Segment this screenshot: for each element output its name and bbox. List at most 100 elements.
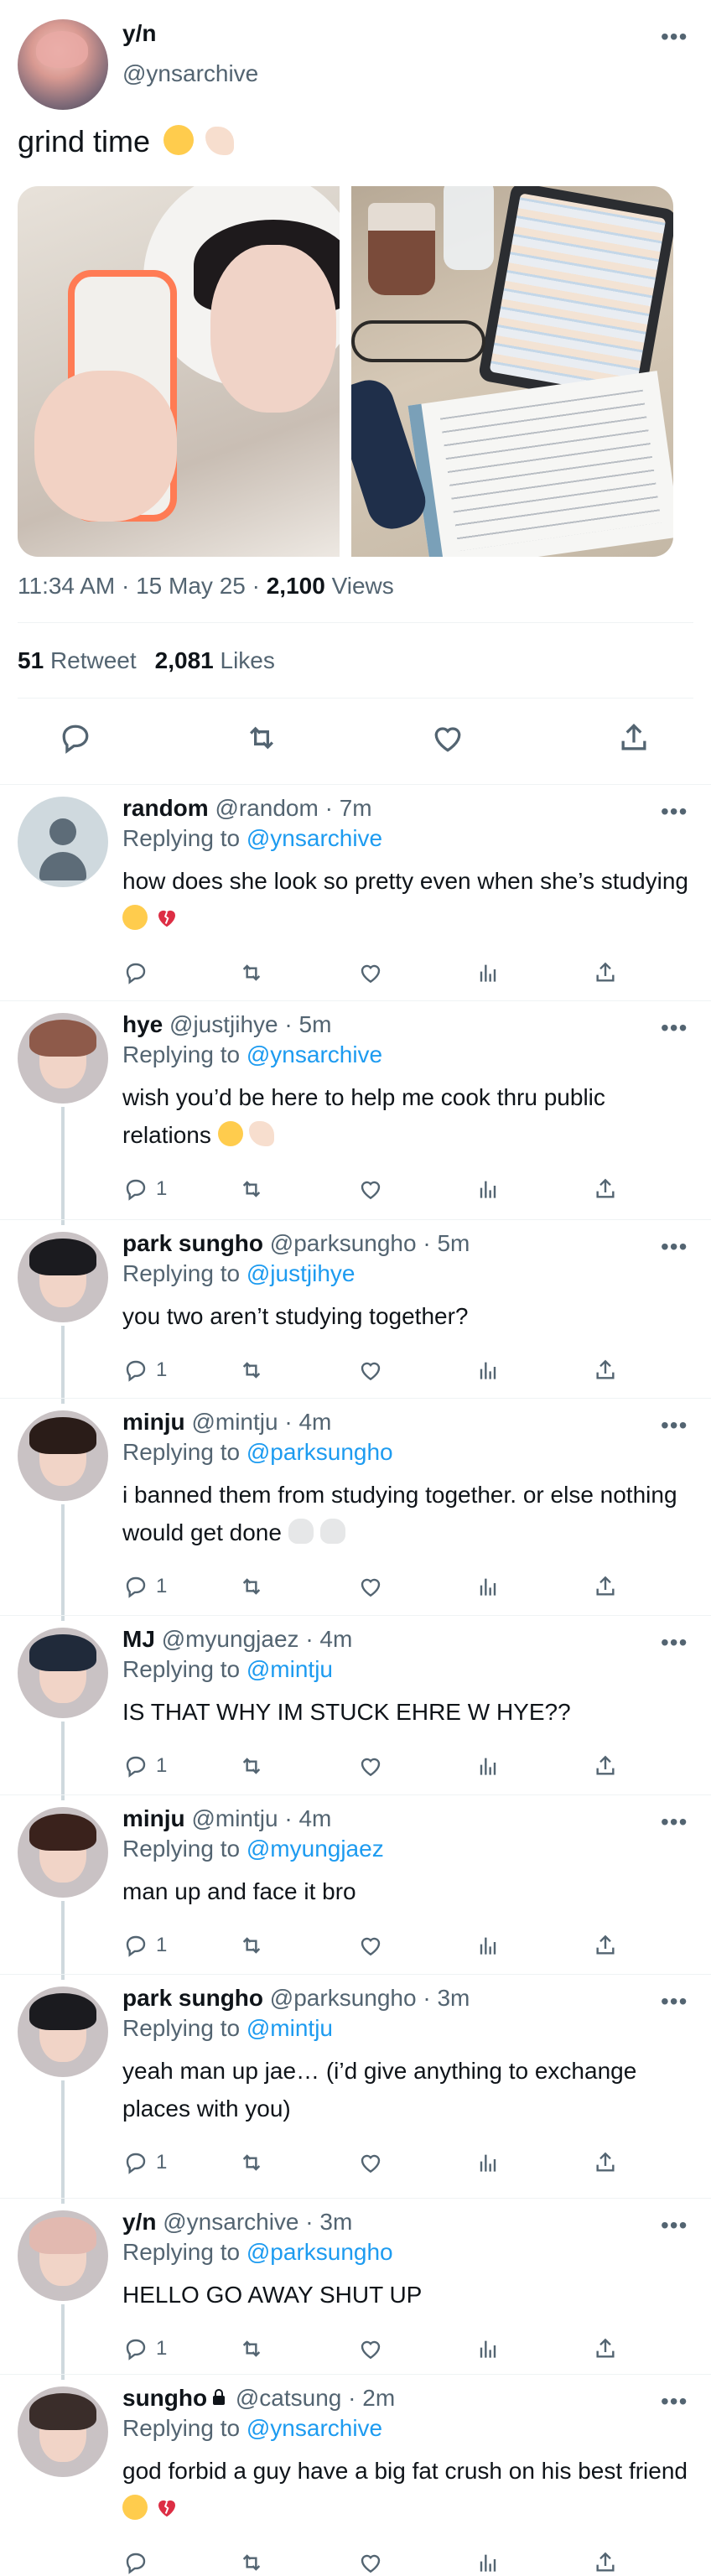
retweet-button[interactable] — [238, 958, 265, 988]
likes-label[interactable]: Likes — [221, 647, 275, 673]
reply-time[interactable]: · 3m — [423, 1985, 470, 2011]
retweet-button[interactable] — [238, 1355, 265, 1385]
reply-tweet[interactable]: park sungho @parksungho · 5m ••• Replying … — [0, 1220, 711, 1404]
avatar[interactable] — [18, 2386, 108, 2477]
reply-time[interactable]: · 7m — [325, 795, 372, 821]
tweet-timestamp[interactable]: 11:34 AM · 15 May 25 · — [18, 573, 267, 599]
reply-button[interactable]: 1 — [122, 1174, 167, 1204]
more-icon[interactable]: ••• — [661, 2214, 688, 2237]
reply-button[interactable]: 1 — [122, 2148, 167, 2178]
avatar[interactable] — [18, 1807, 108, 1898]
reply-author-name[interactable]: random — [122, 795, 209, 821]
reply-author-handle[interactable]: @random — [215, 795, 318, 821]
retweet-count[interactable]: 51 — [18, 647, 44, 673]
like-button[interactable] — [357, 1751, 384, 1781]
like-button[interactable] — [357, 2148, 384, 2178]
avatar[interactable] — [18, 1232, 108, 1322]
media-photo-selfie[interactable] — [18, 186, 340, 557]
retweet-button[interactable] — [238, 1751, 265, 1781]
replying-to-handle[interactable]: @justjihye — [247, 1260, 356, 1286]
replying-to-handle[interactable]: @mintju — [247, 1656, 333, 1682]
reply-author-handle[interactable]: @parksungho — [270, 1985, 417, 2011]
share-button[interactable] — [592, 2334, 619, 2364]
more-icon[interactable]: ••• — [661, 1810, 688, 1834]
reply-button[interactable]: 1 — [122, 1930, 167, 1961]
views-button[interactable] — [475, 1930, 501, 1961]
share-button[interactable] — [592, 1571, 619, 1602]
reply-button[interactable]: 1 — [122, 2334, 167, 2364]
replying-to-handle[interactable]: @mintju — [247, 2015, 333, 2041]
views-button[interactable] — [475, 2148, 501, 2178]
reply-author-name[interactable]: minju — [122, 1805, 185, 1831]
author-avatar[interactable] — [18, 19, 108, 110]
views-button[interactable] — [475, 1571, 501, 1602]
more-icon[interactable]: ••• — [661, 25, 688, 49]
share-button[interactable] — [592, 2148, 619, 2178]
like-button[interactable] — [357, 2547, 384, 2576]
retweet-label[interactable]: Retweet — [50, 647, 137, 673]
reply-time[interactable]: · 5m — [423, 1230, 470, 1256]
share-button[interactable] — [592, 958, 619, 988]
more-icon[interactable]: ••• — [661, 800, 688, 823]
more-icon[interactable]: ••• — [661, 1631, 688, 1654]
more-icon[interactable]: ••• — [661, 1016, 688, 1040]
avatar[interactable] — [18, 1410, 108, 1501]
reply-time[interactable]: · 5m — [284, 1011, 331, 1037]
reply-button[interactable]: 1 — [122, 1355, 167, 1385]
more-icon[interactable]: ••• — [661, 1235, 688, 1259]
reply-author-handle[interactable]: @mintju — [191, 1409, 278, 1435]
retweet-button[interactable] — [238, 2334, 265, 2364]
reply-author-name[interactable]: park sungho — [122, 1985, 263, 2011]
like-icon[interactable] — [429, 719, 466, 756]
views-button[interactable] — [475, 1751, 501, 1781]
share-button[interactable] — [592, 1751, 619, 1781]
reply-author-handle[interactable]: @mintju — [191, 1805, 278, 1831]
replying-to-handle[interactable]: @ynsarchive — [247, 1041, 382, 1067]
share-button[interactable] — [592, 1355, 619, 1385]
like-button[interactable] — [357, 958, 384, 988]
retweet-button[interactable] — [238, 1930, 265, 1961]
reply-author-name[interactable]: MJ — [122, 1626, 155, 1652]
retweet-button[interactable] — [238, 1571, 265, 1602]
reply-author-name[interactable]: minju — [122, 1409, 185, 1435]
reply-icon[interactable] — [57, 719, 94, 756]
reply-tweet[interactable]: y/n @ynsarchive · 3m ••• Replying to @park… — [0, 2199, 711, 2380]
reply-author-handle[interactable]: @justjihye — [169, 1011, 278, 1037]
reply-author-handle[interactable]: @ynsarchive — [163, 2209, 298, 2235]
views-button[interactable] — [475, 2547, 501, 2576]
author-name[interactable]: y/n — [122, 20, 156, 47]
like-button[interactable] — [357, 1355, 384, 1385]
reply-button[interactable] — [122, 2547, 156, 2576]
retweet-button[interactable] — [238, 2547, 265, 2576]
more-icon[interactable]: ••• — [661, 2390, 688, 2413]
reply-tweet[interactable]: minju @mintju · 4m ••• Replying to @parksu… — [0, 1399, 711, 1621]
reply-button[interactable] — [122, 958, 156, 988]
reply-author-name[interactable]: sungho — [122, 2385, 207, 2411]
replying-to-handle[interactable]: @ynsarchive — [247, 2415, 382, 2441]
like-button[interactable] — [357, 1571, 384, 1602]
reply-time[interactable]: · 3m — [305, 2209, 352, 2235]
likes-count[interactable]: 2,081 — [155, 647, 214, 673]
reply-time[interactable]: · 4m — [305, 1626, 352, 1652]
reply-author-name[interactable]: y/n — [122, 2209, 156, 2235]
reply-author-handle[interactable]: @myungjaez — [162, 1626, 299, 1652]
reply-tweet[interactable]: minju @mintju · 4m ••• Replying to @myungj… — [0, 1795, 711, 1980]
reply-author-name[interactable]: hye — [122, 1011, 163, 1037]
reply-tweet[interactable]: park sungho @parksungho · 3m ••• Replying … — [0, 1975, 711, 2204]
avatar[interactable] — [18, 2210, 108, 2301]
avatar[interactable] — [18, 797, 108, 887]
reply-tweet[interactable]: random @random · 7m ••• Replying to @ynsar… — [0, 785, 711, 1001]
like-button[interactable] — [357, 1174, 384, 1204]
reply-tweet[interactable]: MJ @myungjaez · 4m ••• Replying to @mintju… — [0, 1616, 711, 1800]
media-photo-desk[interactable] — [351, 186, 673, 557]
reply-time[interactable]: · 4m — [284, 1409, 331, 1435]
avatar[interactable] — [18, 1628, 108, 1718]
reply-author-name[interactable]: park sungho — [122, 1230, 263, 1256]
reply-tweet[interactable]: sungho @catsung · 2m ••• Replying to @ynsa… — [0, 2375, 711, 2576]
retweet-button[interactable] — [238, 2148, 265, 2178]
replying-to-handle[interactable]: @myungjaez — [247, 1836, 384, 1862]
share-button[interactable] — [592, 2547, 619, 2576]
views-button[interactable] — [475, 1174, 501, 1204]
views-button[interactable] — [475, 958, 501, 988]
reply-time[interactable]: · 2m — [348, 2385, 395, 2411]
